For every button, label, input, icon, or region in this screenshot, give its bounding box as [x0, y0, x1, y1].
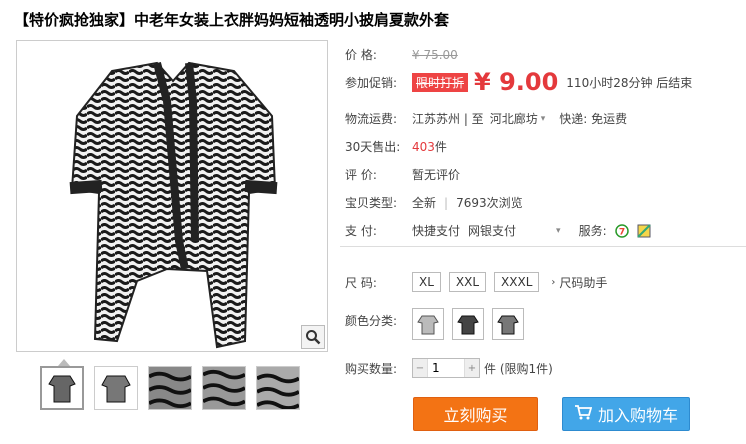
promo-label: 参加促销: — [345, 75, 398, 90]
thumbnail-2[interactable] — [94, 366, 138, 410]
shipping-fee: 快递: 免运费 — [559, 112, 628, 126]
payment-label: 支 付: — [345, 224, 377, 238]
add-to-cart-label: 加入购物车 — [597, 406, 678, 425]
decrement-button[interactable]: − — [413, 359, 427, 377]
rating-label: 评 价: — [345, 168, 377, 182]
guarantee-icon[interactable] — [636, 223, 651, 238]
sales-unit: 件 — [434, 140, 447, 154]
size-option-xxxl[interactable]: XXXL — [494, 272, 540, 292]
thumbnail-4[interactable] — [202, 366, 246, 410]
shipping-destination[interactable]: 河北廊坊 — [490, 110, 538, 127]
item-type-row: 宝贝类型: 全新 | 7693次浏览 — [345, 194, 523, 211]
quantity-limit: 件 (限购1件) — [484, 361, 553, 376]
thumb-pointer — [58, 359, 70, 366]
buy-now-label: 立刻购买 — [443, 406, 508, 425]
size-helper-link[interactable]: 尺码助手 — [559, 274, 607, 291]
divider — [340, 246, 746, 247]
payment-method-1: 快捷支付 — [412, 224, 461, 238]
seven-day-return-icon[interactable]: 7 — [614, 223, 629, 238]
chevron-down-icon[interactable]: ▾ — [556, 226, 561, 236]
magnifier-icon — [306, 330, 321, 345]
payment-method-2: 网银支付 — [468, 224, 517, 238]
quantity-input[interactable] — [427, 359, 465, 377]
promo-tag: 限时打折 — [412, 72, 469, 92]
thumb-image — [101, 375, 131, 403]
payment-row: 支 付: 快捷支付 网银支付 ▾ 服务: 7 — [345, 222, 651, 239]
color-label: 颜色分类: — [345, 314, 398, 328]
size-option-xl[interactable]: XL — [412, 272, 441, 292]
sales-count: 403 — [412, 139, 435, 154]
thumbnail-1[interactable] — [40, 366, 84, 410]
size-label: 尺 码: — [345, 275, 377, 290]
rating-value[interactable]: 暂无评价 — [412, 166, 460, 183]
item-views: 7693次浏览 — [456, 196, 523, 210]
sales-label: 30天售出: — [345, 140, 401, 154]
price-label: 价 格: — [345, 48, 377, 62]
cardigan-image — [69, 61, 278, 349]
thumbnail-3[interactable] — [148, 366, 192, 410]
thumb-image — [48, 375, 76, 403]
thumbnail-strip — [40, 366, 310, 410]
size-option-xxl[interactable]: XXL — [448, 272, 487, 292]
add-to-cart-button[interactable]: 加入购物车 — [562, 397, 690, 431]
promo-price: ¥ 9.00 — [474, 68, 559, 96]
shipping-from: 江苏苏州 | 至 — [412, 112, 484, 126]
color-option-3[interactable] — [492, 308, 524, 340]
separator: | — [444, 195, 449, 210]
color-row: 颜色分类: — [345, 308, 532, 340]
quantity-row: 购买数量: − + 件 (限购1件) — [345, 358, 553, 378]
quantity-stepper: − + — [412, 358, 480, 378]
promo-countdown: 110小时28分钟 后结束 — [566, 75, 693, 90]
product-title: 【特价疯抢独家】中老年女装上衣胖妈妈短袖透明小披肩夏款外套 — [14, 11, 450, 29]
item-condition: 全新 — [412, 196, 437, 210]
shopping-cart-icon — [574, 404, 593, 424]
increment-button[interactable]: + — [465, 359, 479, 377]
shipping-label: 物流运费: — [345, 112, 398, 126]
size-row: 尺 码: XL XXL XXXL › 尺码助手 — [345, 272, 607, 292]
chevron-right-icon: › — [551, 276, 556, 288]
sales-row: 30天售出: 403 件 — [345, 138, 447, 155]
thumb-image — [257, 367, 299, 409]
thumbnail-5[interactable] — [256, 366, 300, 410]
service-label: 服务: — [578, 224, 607, 238]
thumb-image — [203, 367, 245, 409]
zoom-button[interactable] — [301, 325, 325, 349]
color-option-2[interactable] — [452, 308, 484, 340]
item-type-label: 宝贝类型: — [345, 196, 398, 210]
price-row: 价 格: ¥ 75.00 — [345, 46, 458, 63]
shipping-row: 物流运费: 江苏苏州 | 至 河北廊坊 ▾ 快递: 免运费 — [345, 110, 627, 127]
thumb-image — [149, 367, 191, 409]
color-option-1[interactable] — [412, 308, 444, 340]
rating-row: 评 价: 暂无评价 — [345, 166, 460, 183]
original-price: ¥ 75.00 — [412, 47, 458, 62]
svg-text:7: 7 — [618, 227, 624, 237]
quantity-label: 购买数量: — [345, 361, 398, 376]
chevron-down-icon[interactable]: ▾ — [541, 114, 546, 124]
promo-row: 参加促销: 限时打折 ¥ 9.00 110小时28分钟 后结束 — [345, 68, 692, 96]
buy-now-button[interactable]: 立刻购买 — [413, 397, 538, 431]
main-product-image — [16, 40, 328, 352]
